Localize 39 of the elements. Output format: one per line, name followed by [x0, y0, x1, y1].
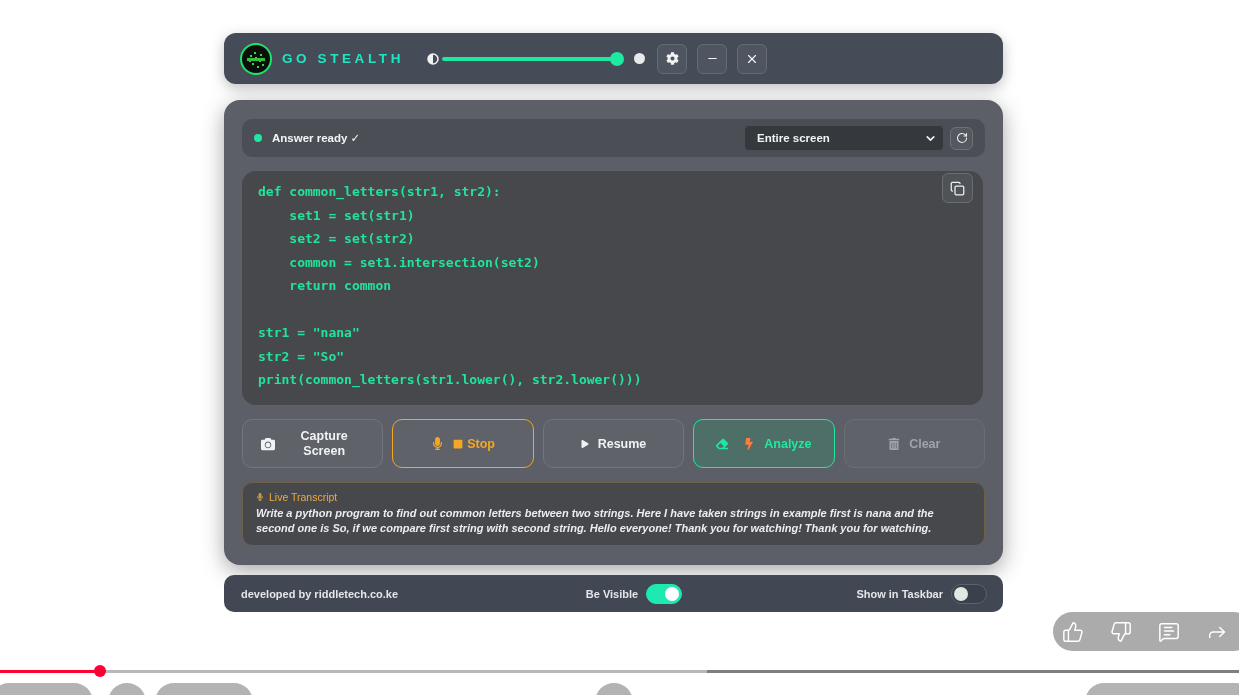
thumbs-down-icon[interactable] — [1110, 620, 1132, 643]
refresh-button[interactable] — [950, 126, 973, 150]
seek-bar[interactable] — [0, 665, 1239, 677]
settings-icon — [665, 52, 679, 65]
slider-thumb[interactable] — [610, 51, 624, 66]
toggle-label: Be Visible — [585, 587, 639, 600]
close-button[interactable] — [737, 43, 767, 74]
lightning-bolt-icon — [743, 437, 756, 450]
action-button[interactable]: Resume — [542, 419, 685, 468]
copy-icon — [950, 180, 965, 196]
circle-icon — [634, 53, 645, 64]
action-button[interactable]: Analyze — [693, 419, 835, 468]
credit-text: developed by riddletech.co.ke — [241, 587, 399, 600]
toggle-switch[interactable] — [951, 583, 987, 604]
trash-icon — [888, 437, 901, 450]
contrast-icon — [427, 52, 439, 65]
eraser-icon — [716, 437, 729, 450]
transcript-title: Live Transcript — [269, 491, 338, 503]
opacity-slider[interactable] — [442, 51, 624, 66]
app-title: GO STEALTH — [282, 51, 404, 66]
transcript-text: Write a python program to find out common letters between two strings. Here I have taken strings in example first is nana and the second one is So, if we compare first string with second string. Hello everyone! Thank you for watching! Thank you for watching. — [256, 506, 935, 536]
minimize-button[interactable] — [697, 43, 727, 74]
thumbs-up-icon[interactable] — [1062, 620, 1084, 643]
action-button[interactable]: Capture Screen — [242, 419, 384, 468]
logo-icon — [240, 42, 272, 75]
copy-button[interactable] — [942, 173, 973, 203]
microphone-icon — [256, 493, 264, 501]
action-button[interactable]: Stop — [392, 419, 534, 468]
refresh-icon — [955, 132, 968, 144]
code-text: def common_letters(str1, str2): set1 = set(str1) set2 = set(str2) common = set1.intersection(set2) return common str1 = "nana" str2 = "So" print(common_letters(str1.lower(), str2.lower())) — [258, 183, 642, 390]
play-icon — [580, 439, 589, 448]
camera-icon — [261, 436, 275, 451]
source-select[interactable]: Entire screen — [745, 126, 943, 150]
status-text: Answer ready ✓ — [272, 131, 361, 145]
comment-icon[interactable] — [1158, 620, 1180, 643]
settings-button[interactable] — [657, 43, 687, 74]
microphone-icon — [431, 437, 445, 450]
toggle-label: Show in Taskbar — [856, 587, 943, 600]
scrubber-handle[interactable] — [94, 665, 107, 677]
